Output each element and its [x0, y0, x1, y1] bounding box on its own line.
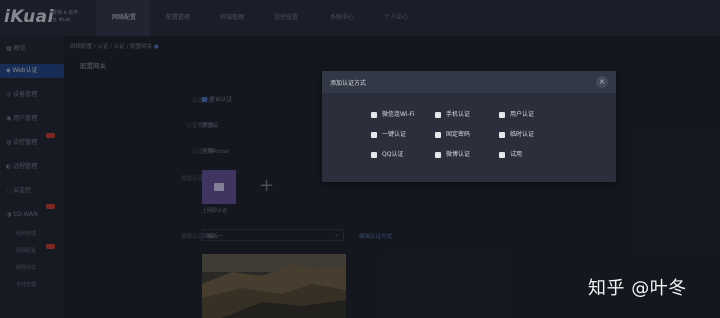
checkbox-icon	[499, 112, 505, 118]
checkbox-icon	[435, 132, 441, 138]
checkbox-icon	[435, 152, 441, 158]
checkbox-icon	[499, 152, 505, 158]
checkbox-icon	[371, 152, 377, 158]
option-label: 试用	[510, 151, 523, 158]
option-label: 用户认证	[510, 111, 535, 118]
option-label: 一键认证	[382, 131, 407, 138]
checkbox-icon	[435, 112, 441, 118]
checkbox-icon	[499, 132, 505, 138]
checkbox-icon	[371, 112, 377, 118]
option-label: 固定密码	[446, 131, 471, 138]
dialog-title: 添加认证方式	[330, 80, 367, 87]
option-label: QQ认证	[382, 151, 404, 158]
add-auth-method-dialog: 添加认证方式 × 微信连Wi-Fi 手机认证 用户认证 一键认证 固定密码 临时…	[322, 71, 616, 182]
dialog-header: 添加认证方式 ×	[322, 71, 616, 93]
close-icon[interactable]: ×	[596, 76, 608, 88]
option-label: 手机认证	[446, 111, 471, 118]
option-label: 微博认证	[446, 151, 471, 158]
zhihu-watermark: 知乎 @叶冬	[588, 278, 687, 299]
option-label: 微信连Wi-Fi	[382, 111, 415, 118]
app-window: iKuai 爱快 e 云平台 iKuai 网络配置 配置管理 终端管理 流控设置…	[0, 0, 720, 318]
checkbox-icon	[371, 132, 377, 138]
option-label: 临时认证	[510, 131, 535, 138]
